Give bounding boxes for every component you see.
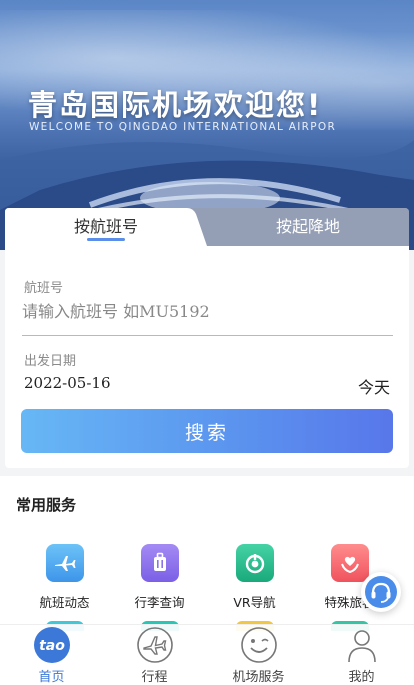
luggage-icon bbox=[140, 544, 179, 582]
today-label: 今天 bbox=[357, 378, 390, 397]
flight-number-label: 航班号 bbox=[24, 281, 64, 296]
hero-title: 青岛国际机场欢迎您! bbox=[28, 88, 323, 122]
services-title: 常用服务 bbox=[16, 496, 77, 514]
nav-trip[interactable]: 行程 bbox=[103, 624, 206, 685]
home-logo-icon: tao bbox=[33, 627, 70, 663]
flight-number-input[interactable] bbox=[22, 296, 392, 326]
trip-plane-icon bbox=[136, 627, 173, 663]
nav-home[interactable]: tao 首页 bbox=[0, 624, 103, 685]
heart-hands-icon bbox=[330, 544, 369, 582]
hero-subtitle: WELCOME TO QINGDAO INTERNATIONAL AIRPOR bbox=[29, 121, 337, 133]
nav-airport-services[interactable]: 机场服务 bbox=[207, 624, 310, 685]
nav-label: 行程 bbox=[141, 670, 168, 685]
nav-mine[interactable]: 我的 bbox=[310, 624, 413, 685]
nav-label: 机场服务 bbox=[232, 670, 285, 685]
service-label: 行李查询 bbox=[134, 595, 185, 610]
airplane-icon bbox=[45, 544, 84, 582]
active-tab-indicator bbox=[87, 238, 125, 241]
user-profile-icon bbox=[347, 630, 376, 663]
tab-by-departure-arrival[interactable]: 按起降地 bbox=[207, 208, 409, 246]
svg-text:tao: tao bbox=[39, 638, 65, 654]
departure-date-label: 出发日期 bbox=[24, 354, 77, 369]
smiley-service-icon bbox=[240, 627, 277, 663]
search-button[interactable]: 搜索 bbox=[21, 409, 393, 453]
service-label: 航班动态 bbox=[39, 595, 90, 610]
service-label: VR导航 bbox=[233, 595, 276, 610]
service-flight-status[interactable]: 航班动态 bbox=[13, 544, 116, 611]
service-luggage-query[interactable]: 行李查询 bbox=[108, 544, 211, 611]
nav-label: 我的 bbox=[348, 670, 375, 685]
vr-navigation-icon bbox=[235, 544, 274, 582]
service-vr-navigation[interactable]: VR导航 bbox=[203, 544, 306, 611]
customer-service-button[interactable] bbox=[361, 572, 401, 612]
departure-date-value[interactable]: 2022-05-16 bbox=[24, 374, 110, 392]
nav-label: 首页 bbox=[38, 670, 65, 685]
customer-service-icon bbox=[365, 576, 397, 608]
input-divider bbox=[22, 335, 393, 336]
